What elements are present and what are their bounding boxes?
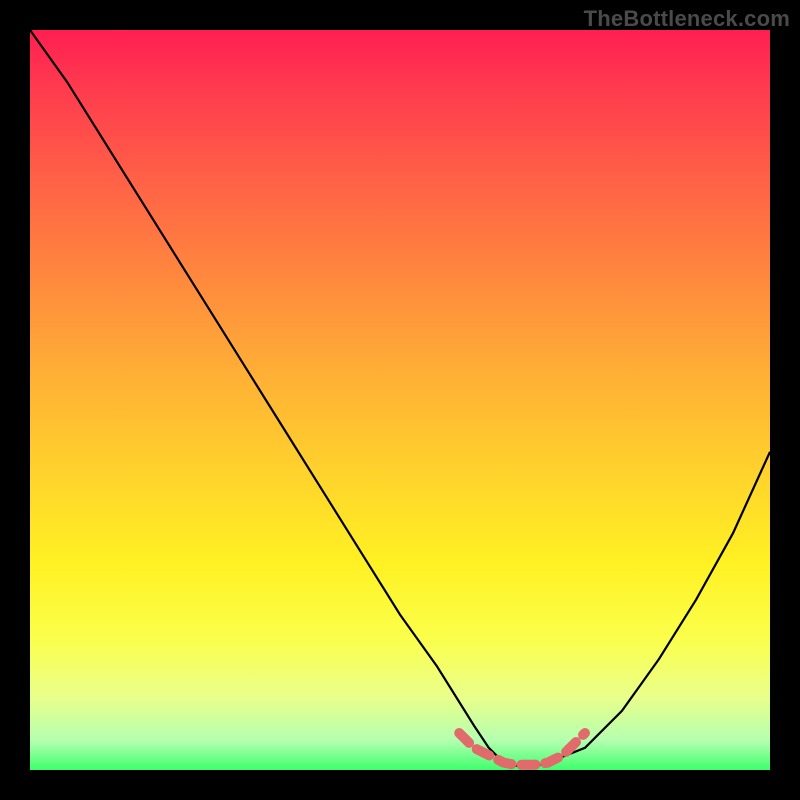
watermark-text: TheBottleneck.com xyxy=(584,6,790,32)
plot-area xyxy=(30,30,770,770)
chart-frame: TheBottleneck.com xyxy=(0,0,800,800)
bottleneck-curve-path xyxy=(30,30,770,766)
chart-overlay-svg xyxy=(30,30,770,770)
optimal-zone-marker-path xyxy=(459,733,585,765)
